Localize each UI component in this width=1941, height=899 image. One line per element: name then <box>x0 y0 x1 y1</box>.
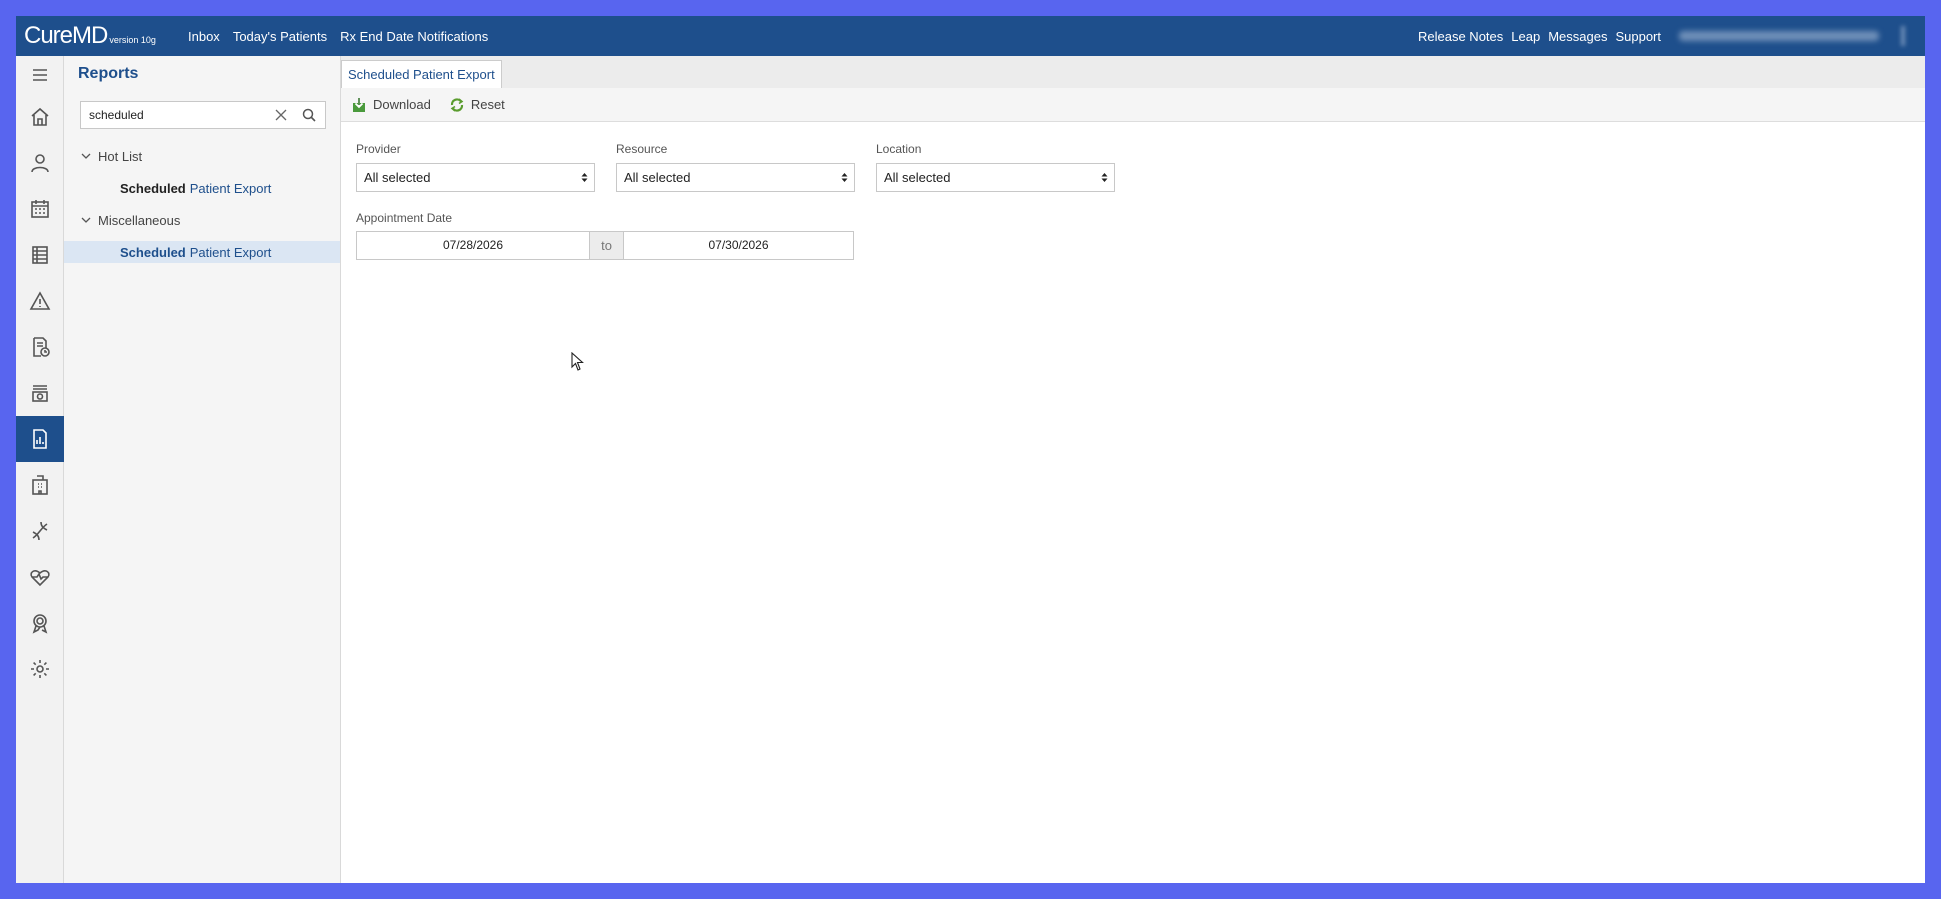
rail-home[interactable] <box>16 94 64 140</box>
mouse-cursor-icon <box>571 352 584 371</box>
tree-item-scheduled-patient-export[interactable]: Scheduled Patient Export <box>64 177 340 199</box>
reset-button[interactable]: Reset <box>449 97 505 113</box>
app-window: CureMD version 10g Inbox Today's Patient… <box>16 16 1925 883</box>
rail-settings[interactable] <box>16 646 64 692</box>
rail-documents[interactable] <box>16 324 64 370</box>
alert-icon <box>29 291 51 310</box>
menu-toggle[interactable] <box>16 56 64 94</box>
tree-item-bold: Scheduled <box>120 244 186 260</box>
resource-field: Resource All selected <box>616 142 855 192</box>
icon-rail <box>16 56 64 883</box>
home-icon <box>31 107 49 126</box>
top-right-links: Release Notes Leap Messages Support <box>1418 16 1905 56</box>
nav-inbox[interactable]: Inbox <box>188 29 220 44</box>
download-icon <box>353 97 365 112</box>
user-icon <box>31 154 49 173</box>
appointment-date-label: Appointment Date <box>356 211 453 225</box>
billing-icon <box>32 385 48 402</box>
brand-version: version 10g <box>109 35 156 45</box>
tree-group-miscellaneous[interactable]: Miscellaneous <box>64 209 340 231</box>
nav-messages[interactable]: Messages <box>1548 29 1607 44</box>
ledger-icon <box>32 246 48 264</box>
tree-item-label: Patient Export <box>189 180 272 196</box>
brand-name: CureMD <box>24 22 108 49</box>
rail-ledger[interactable] <box>16 232 64 278</box>
download-button[interactable]: Download <box>351 97 431 113</box>
appointment-date-field: Appointment Date 07/28/2026 to 07/30/202… <box>356 211 854 260</box>
nav-rx-end-date-notifications[interactable]: Rx End Date Notifications <box>340 29 488 44</box>
appointment-date-range: 07/28/2026 to 07/30/2026 <box>356 231 854 260</box>
toolbar: Download Reset <box>341 88 1925 122</box>
rail-facilities[interactable] <box>16 462 64 508</box>
top-nav: Inbox Today's Patients Rx End Date Notif… <box>188 29 488 44</box>
resource-value: All selected <box>624 170 691 185</box>
provider-value: All selected <box>364 170 431 185</box>
tree-item-scheduled-patient-export-selected[interactable]: Scheduled Patient Export <box>64 241 340 263</box>
resource-select[interactable]: All selected <box>616 163 855 192</box>
date-to-input[interactable]: 07/30/2026 <box>624 232 853 259</box>
rail-billing[interactable] <box>16 370 64 416</box>
resource-label: Resource <box>616 142 668 156</box>
reset-label: Reset <box>470 97 505 112</box>
nav-leap[interactable]: Leap <box>1511 29 1540 44</box>
rail-quality[interactable] <box>16 600 64 646</box>
tab-scheduled-patient-export[interactable]: Scheduled Patient Export <box>341 60 502 88</box>
nav-todays-patients[interactable]: Today's Patients <box>233 29 327 44</box>
select-arrows-icon <box>841 173 848 182</box>
topbar-edge-redacted <box>1901 26 1905 46</box>
rail-alerts[interactable] <box>16 278 64 324</box>
reset-icon <box>450 97 464 112</box>
provider-field: Provider All selected <box>356 142 595 192</box>
rail-health[interactable] <box>16 554 64 600</box>
reports-icon <box>33 429 47 449</box>
report-filters: Provider All selected Resource All selec… <box>356 142 1156 342</box>
award-icon <box>32 614 48 634</box>
tab-strip: Scheduled Patient Export <box>341 56 1925 88</box>
brand-logo[interactable]: CureMD version 10g <box>24 22 184 50</box>
nav-release-notes[interactable]: Release Notes <box>1418 29 1503 44</box>
tree-group-hot-list[interactable]: Hot List <box>64 145 340 167</box>
rail-reports[interactable] <box>16 416 64 462</box>
dna-icon <box>32 521 48 541</box>
location-value: All selected <box>884 170 951 185</box>
clear-icon[interactable] <box>273 107 289 123</box>
document-clock-icon <box>33 337 50 357</box>
report-search-input[interactable] <box>89 108 259 122</box>
tree-group-label: Hot List <box>98 148 143 164</box>
main-content: Scheduled Patient Export Download Reset … <box>341 56 1925 883</box>
rail-patients[interactable] <box>16 140 64 186</box>
hamburger-icon <box>33 69 47 81</box>
tree-group-label: Miscellaneous <box>98 212 181 228</box>
reports-panel: Reports Hot List Scheduled Patient Expor… <box>64 56 341 883</box>
select-arrows-icon <box>581 173 588 182</box>
report-search <box>80 101 326 129</box>
tree-item-label: Patient Export <box>189 244 272 260</box>
rail-genomics[interactable] <box>16 508 64 554</box>
gear-icon <box>31 660 49 678</box>
provider-select[interactable]: All selected <box>356 163 595 192</box>
user-menu-redacted[interactable] <box>1679 31 1879 41</box>
tree-item-bold: Scheduled <box>120 180 186 196</box>
date-from-input[interactable]: 07/28/2026 <box>357 232 589 259</box>
select-arrows-icon <box>1101 173 1108 182</box>
date-range-separator: to <box>589 232 624 259</box>
location-label: Location <box>876 142 922 156</box>
provider-label: Provider <box>356 142 401 156</box>
heart-rate-icon <box>30 570 50 587</box>
top-bar: CureMD version 10g Inbox Today's Patient… <box>16 16 1925 56</box>
location-field: Location All selected <box>876 142 1115 192</box>
location-select[interactable]: All selected <box>876 163 1115 192</box>
search-icon[interactable] <box>301 107 317 123</box>
calendar-icon <box>31 200 49 218</box>
rail-calendar[interactable] <box>16 186 64 232</box>
nav-support[interactable]: Support <box>1615 29 1661 44</box>
building-icon <box>32 475 48 495</box>
report-tree: Hot List Scheduled Patient Export Miscel… <box>64 145 340 273</box>
chevron-down-icon <box>81 153 91 159</box>
panel-title: Reports <box>78 65 139 82</box>
chevron-down-icon <box>81 217 91 223</box>
download-label: Download <box>373 97 431 112</box>
